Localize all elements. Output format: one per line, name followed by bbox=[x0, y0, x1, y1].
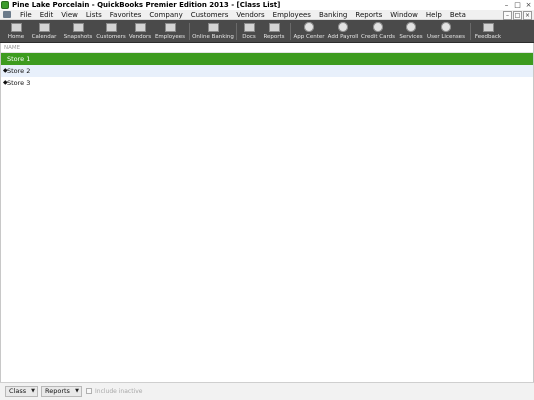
employees-icon bbox=[164, 23, 176, 32]
payroll-icon bbox=[338, 22, 348, 32]
customers-icon bbox=[105, 23, 117, 32]
toolbar-label: Employees bbox=[154, 34, 186, 40]
menu-help[interactable]: Help bbox=[422, 10, 446, 20]
toolbar-vendors[interactable]: Vendors bbox=[127, 20, 153, 43]
toolbar-label: Calendar bbox=[31, 34, 57, 40]
toolbar-label: Services bbox=[399, 34, 423, 40]
bank-icon bbox=[207, 23, 219, 32]
list-item-label: Store 2 bbox=[7, 67, 31, 75]
reports-menu-button[interactable]: Reports ▼ bbox=[41, 386, 82, 397]
toolbar-credit-cards[interactable]: Credit Cards bbox=[361, 20, 395, 43]
docs-icon bbox=[243, 23, 255, 32]
doc-close-button[interactable]: × bbox=[523, 11, 532, 20]
minimize-button[interactable]: – bbox=[502, 1, 511, 9]
toolbar-label: Add Payroll bbox=[327, 34, 359, 40]
toolbar-label: Credit Cards bbox=[361, 34, 396, 40]
menu-lists[interactable]: Lists bbox=[82, 10, 106, 20]
column-header-label: NAME bbox=[4, 45, 21, 51]
toolbar-user-licenses[interactable]: User Licenses bbox=[426, 20, 466, 43]
toolbar-employees[interactable]: Employees bbox=[154, 20, 186, 43]
credit-card-icon bbox=[373, 22, 383, 32]
menu-company[interactable]: Company bbox=[145, 10, 186, 20]
snapshots-icon bbox=[72, 23, 84, 32]
toolbar-docs[interactable]: Docs bbox=[239, 20, 259, 43]
home-icon bbox=[10, 23, 22, 32]
system-menu-icon[interactable] bbox=[3, 11, 11, 18]
toolbar-online-banking[interactable]: Online Banking bbox=[192, 20, 234, 43]
column-header-name[interactable]: NAME bbox=[0, 43, 534, 53]
toolbar-home[interactable]: Home bbox=[4, 20, 28, 43]
toolbar-label: Home bbox=[7, 34, 25, 40]
calendar-icon bbox=[38, 23, 50, 32]
services-icon bbox=[406, 22, 416, 32]
window-title: Pine Lake Porcelain - QuickBooks Premier… bbox=[12, 1, 281, 9]
toolbar-calendar[interactable]: Calendar bbox=[29, 20, 59, 43]
class-menu-button[interactable]: Class ▼ bbox=[5, 386, 38, 397]
toolbar-add-payroll[interactable]: Add Payroll bbox=[327, 20, 359, 43]
menu-banking[interactable]: Banking bbox=[315, 10, 351, 20]
document-window-controls: – □ × bbox=[503, 11, 532, 20]
menu-vendors[interactable]: Vendors bbox=[232, 10, 268, 20]
window-controls: – □ × bbox=[502, 0, 533, 10]
toolbar-label: Feedback bbox=[474, 34, 502, 40]
toolbar-separator bbox=[470, 23, 471, 40]
maximize-button[interactable]: □ bbox=[513, 1, 522, 9]
reports-menu-label: Reports bbox=[45, 387, 70, 395]
toolbar-customers[interactable]: Customers bbox=[95, 20, 127, 43]
bottom-bar: Class ▼ Reports ▼ Include inactive bbox=[0, 382, 534, 400]
toolbar-app-center[interactable]: App Center bbox=[292, 20, 326, 43]
menu-view[interactable]: View bbox=[57, 10, 82, 20]
toolbar-snapshots[interactable]: Snapshots bbox=[62, 20, 94, 43]
list-frame bbox=[0, 43, 534, 382]
toolbar-feedback[interactable]: Feedback bbox=[473, 20, 503, 43]
menu-window[interactable]: Window bbox=[386, 10, 422, 20]
toolbar-label: Vendors bbox=[128, 34, 152, 40]
toolbar-label: Docs bbox=[242, 34, 256, 40]
menu-file[interactable]: File bbox=[16, 10, 36, 20]
close-button[interactable]: × bbox=[524, 1, 533, 9]
reports-icon bbox=[268, 23, 280, 32]
list-item-label: Store 3 bbox=[7, 79, 31, 87]
toolbar-label: Online Banking bbox=[192, 34, 234, 40]
app-center-icon bbox=[304, 22, 314, 32]
class-menu-label: Class bbox=[9, 387, 27, 395]
toolbar-reports[interactable]: Reports bbox=[261, 20, 287, 43]
user-licenses-icon bbox=[441, 22, 451, 32]
toolbar-label: Reports bbox=[263, 34, 285, 40]
menu-edit[interactable]: Edit bbox=[36, 10, 58, 20]
vendors-icon bbox=[134, 23, 146, 32]
toolbar-label: App Center bbox=[293, 34, 325, 40]
toolbar-separator bbox=[189, 23, 190, 40]
list-item-label: Store 1 bbox=[7, 55, 31, 63]
quickbooks-logo-icon bbox=[1, 1, 9, 9]
toolbar-label: User Licenses bbox=[427, 34, 465, 40]
menu-employees[interactable]: Employees bbox=[269, 10, 315, 20]
toolbar-services[interactable]: Services bbox=[397, 20, 425, 43]
menu-favorites[interactable]: Favorites bbox=[106, 10, 146, 20]
list-item[interactable]: ◆ Store 3 bbox=[0, 77, 534, 89]
title-bar: Pine Lake Porcelain - QuickBooks Premier… bbox=[0, 0, 534, 10]
include-inactive-checkbox[interactable] bbox=[86, 388, 92, 394]
menu-customers[interactable]: Customers bbox=[187, 10, 233, 20]
toolbar-separator bbox=[236, 23, 237, 40]
dropdown-arrow-icon: ▼ bbox=[31, 388, 35, 394]
doc-minimize-button[interactable]: – bbox=[503, 11, 512, 20]
icon-toolbar: Home Calendar Snapshots Customers Vendor… bbox=[0, 20, 534, 43]
toolbar-label: Snapshots bbox=[63, 34, 93, 40]
toolbar-label: Customers bbox=[96, 34, 126, 40]
menu-bar: File Edit View Lists Favorites Company C… bbox=[0, 10, 534, 20]
list-item[interactable]: ◆ Store 2 bbox=[0, 65, 534, 77]
dropdown-arrow-icon: ▼ bbox=[75, 388, 79, 394]
feedback-icon bbox=[482, 23, 494, 32]
list-item[interactable]: Store 1 bbox=[0, 53, 534, 65]
include-inactive-label: Include inactive bbox=[95, 388, 143, 395]
doc-restore-button[interactable]: □ bbox=[513, 11, 522, 20]
toolbar-separator bbox=[290, 23, 291, 40]
menu-reports[interactable]: Reports bbox=[351, 10, 386, 20]
menu-beta[interactable]: Beta bbox=[446, 10, 470, 20]
